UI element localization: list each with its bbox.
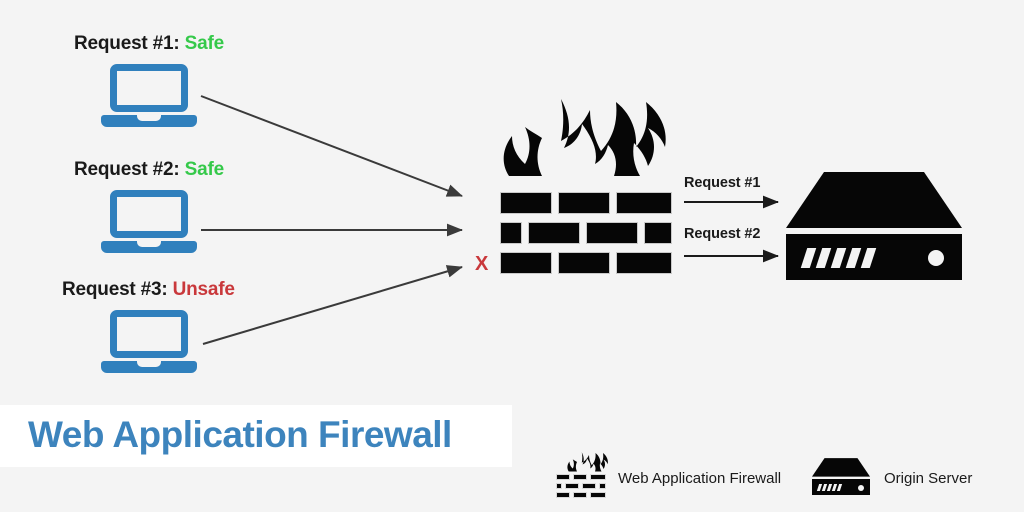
- blocked-x-icon: X: [475, 253, 489, 275]
- brick: [558, 252, 610, 274]
- server-body: [812, 479, 870, 495]
- server-top-panel: [786, 172, 962, 228]
- forwarded-request-1-label: Request #1: [684, 175, 761, 191]
- brick: [565, 483, 579, 489]
- server-top-panel: [812, 458, 870, 477]
- brick: [500, 252, 552, 274]
- brick: [528, 222, 580, 244]
- forwarded-request-2-label: Request #2: [684, 226, 761, 242]
- page-title: Web Application Firewall: [28, 414, 452, 455]
- brick: [500, 222, 522, 244]
- brick: [573, 474, 587, 480]
- server-vent: [845, 248, 862, 268]
- brick: [599, 483, 606, 489]
- server-led-icon: [928, 250, 944, 266]
- brick: [556, 492, 570, 498]
- diagram-canvas: Request #1: Safe Request #2: Safe Reques…: [0, 0, 1024, 512]
- arrow-request-3: [202, 265, 463, 345]
- brick: [616, 252, 672, 274]
- brick: [586, 222, 638, 244]
- server-vent: [860, 248, 877, 268]
- brick: [590, 492, 606, 498]
- brick: [582, 483, 596, 489]
- brick: [500, 192, 552, 214]
- arrow-request-1: [200, 95, 463, 197]
- brick: [556, 474, 570, 480]
- legend-firewall-label: Web Application Firewall: [618, 470, 782, 487]
- brick: [558, 192, 610, 214]
- brick: [556, 483, 562, 489]
- server-body: [786, 234, 962, 280]
- server-icon: [786, 172, 962, 280]
- server-led-icon: [858, 485, 864, 491]
- flame-icon: [567, 452, 608, 472]
- legend-server-icon: [812, 458, 870, 495]
- brick-wall: [556, 474, 606, 498]
- server-vent: [800, 248, 817, 268]
- brick: [573, 492, 587, 498]
- brick-wall: [498, 192, 674, 278]
- legend-server-label: Origin Server: [884, 470, 973, 487]
- brick: [616, 192, 672, 214]
- firewall-icon: [498, 98, 674, 274]
- flame-icon: [503, 99, 666, 176]
- legend-firewall-icon: [556, 452, 608, 498]
- brick: [644, 222, 672, 244]
- server-vent: [830, 248, 847, 268]
- server-vent: [815, 248, 832, 268]
- server-vent: [836, 484, 843, 491]
- brick: [590, 474, 606, 480]
